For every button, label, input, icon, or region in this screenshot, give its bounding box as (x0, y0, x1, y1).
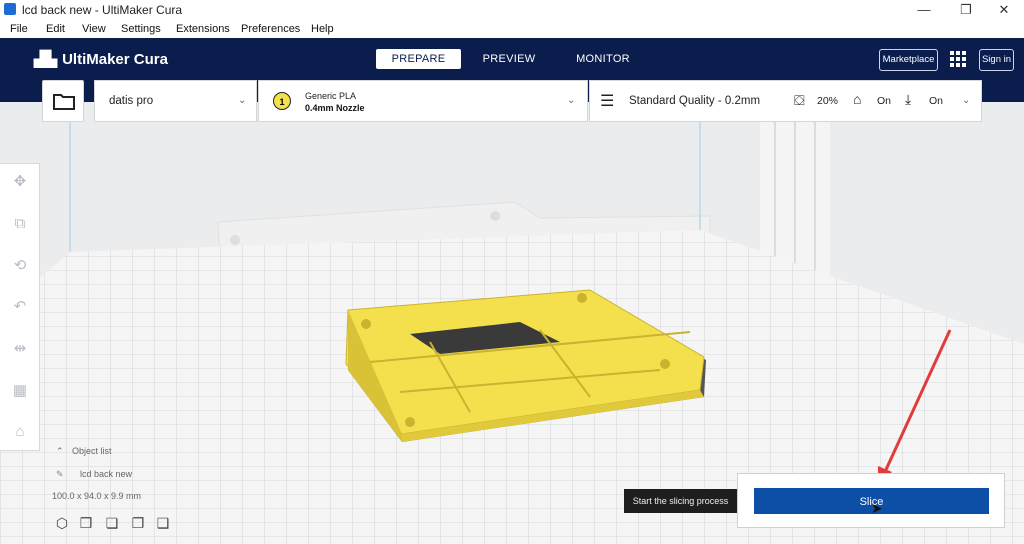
tab-monitor[interactable]: MONITOR (565, 49, 641, 69)
folder-icon (53, 94, 75, 110)
printer-name: datis pro (109, 95, 154, 107)
mouse-cursor-icon: ➤ (871, 500, 883, 516)
menu-edit[interactable]: Edit (46, 23, 65, 35)
top-view-icon[interactable]: ❏ (104, 515, 120, 531)
cura-app-icon (4, 3, 16, 15)
tab-preview[interactable]: PREVIEW (473, 49, 545, 69)
adhesion-icon: ⤓ (905, 91, 912, 107)
tab-prepare[interactable]: PREPARE (376, 49, 461, 69)
logo-text: UltiMaker Cura (62, 51, 168, 68)
menu-bar: File Edit View Settings Extensions Prefe… (0, 20, 1024, 38)
chevron-down-icon: ⌄ (238, 95, 247, 106)
restore-button[interactable]: ❐ (946, 0, 986, 20)
nozzle-size: 0.4mm Nozzle (305, 103, 365, 113)
apps-grid-icon[interactable] (950, 51, 967, 68)
title-bar: lcd back new - UltiMaker Cura — ❐ ✕ (0, 0, 1024, 20)
menu-file[interactable]: File (10, 23, 28, 35)
sliders-icon: ☰ (600, 93, 615, 110)
move-tool-icon[interactable]: ✥ (10, 172, 30, 192)
ultimaker-logo-icon: ▟▙ (34, 51, 58, 68)
infill-icon: ⛋ (794, 92, 805, 108)
adhesion-value: On (929, 95, 944, 107)
support-icon: ⌂ (853, 91, 862, 107)
support-value: On (877, 95, 892, 107)
material-selector[interactable]: 1 Generic PLA 0.4mm Nozzle ⌄ (258, 80, 588, 122)
tool-sidebar: ✥ ⧉ ⟲ ↶ ⇹ ▦ ⌂ (0, 163, 40, 451)
marketplace-button[interactable]: Marketplace (879, 49, 938, 71)
scale-tool-icon[interactable]: ⧉ (10, 214, 30, 234)
quality-profile: Standard Quality - 0.2mm (629, 95, 761, 107)
chevron-down-icon: ⌄ (962, 95, 971, 106)
close-button[interactable]: ✕ (984, 0, 1024, 20)
object-list-chevron-icon[interactable]: ⌃ (56, 446, 64, 457)
sign-in-button[interactable]: Sign in (979, 49, 1014, 71)
menu-help[interactable]: Help (311, 23, 334, 35)
front-view-icon[interactable]: ❒ (78, 515, 94, 531)
print-settings-selector[interactable]: ☰ Standard Quality - 0.2mm ⛋ 20% ⌂ On ⤓ … (589, 80, 982, 122)
menu-settings[interactable]: Settings (121, 23, 161, 35)
object-list-toggle[interactable]: Object list (72, 446, 112, 456)
chevron-down-icon: ⌄ (567, 95, 576, 106)
open-file-button[interactable] (42, 80, 84, 122)
extruder-badge-icon: 1 (273, 92, 291, 110)
minimize-button[interactable]: — (904, 0, 944, 20)
object-dimensions: 100.0 x 94.0 x 9.9 mm (52, 491, 142, 501)
menu-preferences[interactable]: Preferences (241, 23, 300, 35)
undo-icon[interactable]: ↶ (10, 297, 30, 317)
per-model-settings-icon[interactable]: ▦ (10, 381, 30, 401)
material-name: Generic PLA (305, 91, 357, 101)
support-blocker-icon[interactable]: ⌂ (10, 422, 30, 442)
printer-selector[interactable]: datis pro ⌄ (94, 80, 257, 122)
3d-view-icon[interactable]: ⬡ (54, 515, 70, 531)
pencil-icon: ✎ (56, 469, 64, 479)
window-title: lcd back new - UltiMaker Cura (22, 3, 183, 17)
infill-value: 20% (817, 95, 839, 107)
menu-view[interactable]: View (82, 23, 106, 35)
right-view-icon[interactable]: ❑ (155, 515, 171, 531)
mirror-tool-icon[interactable]: ⇹ (10, 339, 30, 359)
logo: ▟▙ UltiMaker Cura (34, 50, 168, 68)
object-name: lcd back new (80, 469, 133, 479)
menu-extensions[interactable]: Extensions (176, 23, 230, 35)
left-view-icon[interactable]: ❐ (130, 515, 146, 531)
slice-tooltip: Start the slicing process (624, 489, 743, 513)
rotate-tool-icon[interactable]: ⟲ (10, 256, 30, 276)
